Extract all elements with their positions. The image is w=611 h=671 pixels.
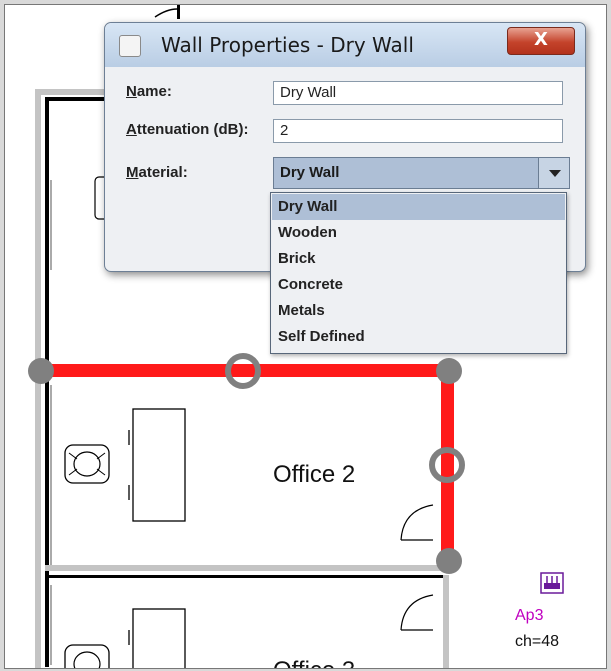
access-point-icon[interactable] bbox=[540, 572, 564, 594]
chevron-down-icon bbox=[549, 170, 561, 177]
attenuation-label: Attenuation (dB): bbox=[126, 121, 249, 138]
wall-office3-right[interactable] bbox=[443, 575, 449, 668]
name-label: Name: bbox=[126, 83, 172, 100]
material-dropdown-list: Dry Wall Wooden Brick Concrete Metals Se… bbox=[270, 192, 567, 354]
material-dropdown-button[interactable] bbox=[538, 158, 569, 188]
selected-wall-top[interactable] bbox=[40, 364, 453, 377]
material-option-brick[interactable]: Brick bbox=[272, 246, 565, 272]
selected-wall-right[interactable] bbox=[441, 370, 454, 563]
close-button[interactable]: X bbox=[507, 27, 575, 55]
wall-node[interactable] bbox=[436, 548, 462, 574]
outer-wall-top[interactable] bbox=[35, 89, 115, 95]
close-icon: X bbox=[534, 29, 548, 50]
chair-icon bbox=[64, 444, 110, 484]
material-option-wooden[interactable]: Wooden bbox=[272, 220, 565, 246]
access-point-channel: ch=48 bbox=[515, 633, 560, 650]
material-option-concrete[interactable]: Concrete bbox=[272, 272, 565, 298]
material-label: Material: bbox=[126, 164, 188, 181]
material-option-metals[interactable]: Metals bbox=[272, 298, 565, 324]
material-option-dry-wall[interactable]: Dry Wall bbox=[272, 194, 565, 220]
attenuation-field[interactable]: 2 bbox=[273, 119, 563, 143]
room-label-office3: Office 3 bbox=[273, 657, 355, 668]
room-label-office2: Office 2 bbox=[273, 461, 356, 488]
wall-node[interactable] bbox=[28, 358, 54, 384]
java-app-icon bbox=[119, 35, 141, 57]
access-point-name: Ap3 bbox=[515, 607, 544, 624]
dialog-titlebar[interactable]: Wall Properties - Dry Wall X bbox=[105, 23, 585, 67]
material-select[interactable]: Dry Wall bbox=[273, 157, 570, 189]
material-selected-value: Dry Wall bbox=[280, 164, 340, 181]
name-field[interactable]: Dry Wall bbox=[273, 81, 563, 105]
material-option-self-defined[interactable]: Self Defined bbox=[272, 324, 565, 350]
dialog-title: Wall Properties - Dry Wall bbox=[161, 33, 414, 57]
wall-node[interactable] bbox=[436, 358, 462, 384]
wall-office2-bottom[interactable] bbox=[45, 565, 445, 571]
